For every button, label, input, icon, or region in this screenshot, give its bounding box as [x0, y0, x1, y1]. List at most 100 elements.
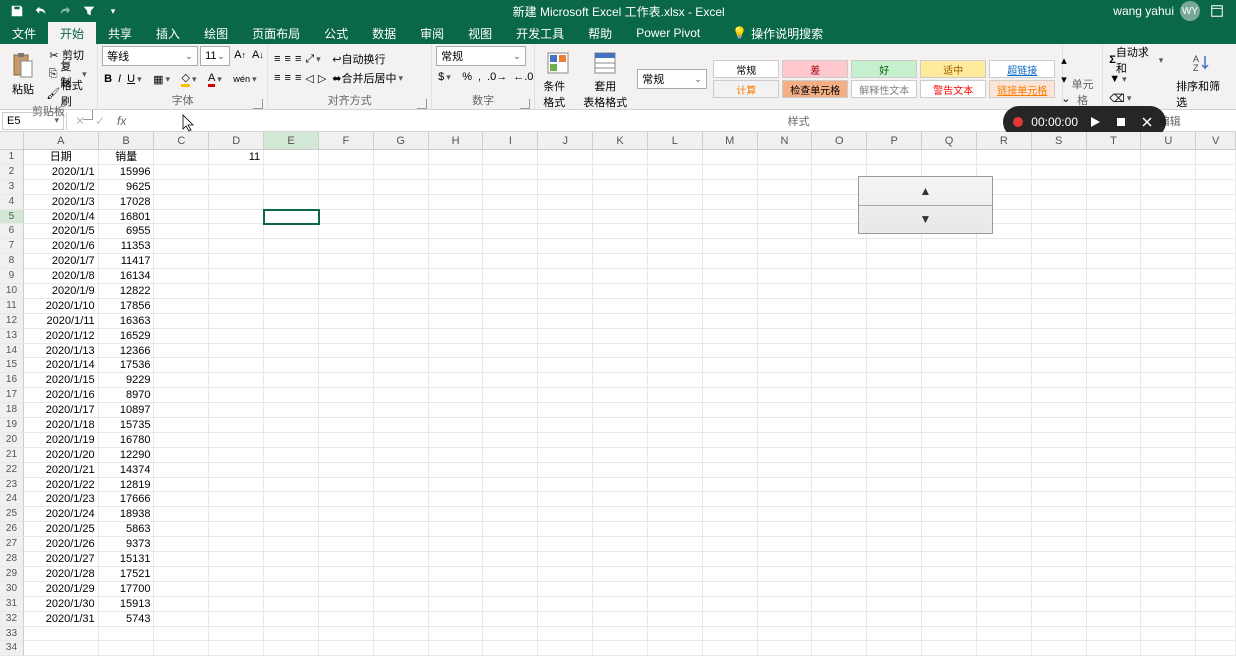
cell[interactable]: 2020/1/23: [24, 492, 99, 507]
cell[interactable]: [264, 522, 319, 537]
cell[interactable]: [264, 329, 319, 344]
cell[interactable]: [1087, 567, 1142, 582]
cell[interactable]: [703, 492, 758, 507]
cell[interactable]: [429, 388, 484, 403]
cell[interactable]: [758, 627, 813, 642]
cell[interactable]: 2020/1/9: [24, 284, 99, 299]
cell[interactable]: [922, 448, 977, 463]
cell[interactable]: [209, 210, 264, 225]
cell[interactable]: [648, 224, 703, 239]
cell[interactable]: [867, 463, 922, 478]
cell[interactable]: [1032, 195, 1087, 210]
cell[interactable]: [154, 478, 209, 493]
cell[interactable]: [648, 358, 703, 373]
ribbon-display-options[interactable]: [1206, 1, 1228, 21]
cell[interactable]: [648, 627, 703, 642]
cell[interactable]: [209, 299, 264, 314]
col-header[interactable]: H: [429, 132, 484, 150]
accept-formula-button[interactable]: ✓: [91, 112, 109, 130]
cell[interactable]: [1196, 150, 1236, 165]
cell[interactable]: [1087, 195, 1142, 210]
cell[interactable]: [24, 641, 99, 656]
cell[interactable]: 2020/1/2: [24, 180, 99, 195]
cell-styles-gallery[interactable]: 常规差好适中超链接计算检查单元格解释性文本警告文本链接单元格: [713, 60, 1055, 98]
cell[interactable]: [209, 537, 264, 552]
cell[interactable]: [538, 284, 593, 299]
clear-button[interactable]: ⌫▾: [1107, 89, 1170, 107]
cell[interactable]: [374, 239, 429, 254]
cell[interactable]: [1141, 522, 1196, 537]
cell[interactable]: [154, 403, 209, 418]
cell[interactable]: [1196, 627, 1236, 642]
cell[interactable]: [1141, 612, 1196, 627]
col-header[interactable]: A: [24, 132, 99, 150]
cell[interactable]: [812, 239, 867, 254]
save-button[interactable]: [6, 1, 28, 21]
tab-开发工具[interactable]: 开发工具: [504, 22, 576, 44]
cell[interactable]: [24, 627, 99, 642]
cell[interactable]: [593, 224, 648, 239]
cell[interactable]: [1087, 597, 1142, 612]
cell[interactable]: [1032, 463, 1087, 478]
cell[interactable]: [1141, 537, 1196, 552]
cell[interactable]: [154, 388, 209, 403]
cell[interactable]: [209, 269, 264, 284]
cell[interactable]: [1196, 552, 1236, 567]
cell[interactable]: [374, 284, 429, 299]
cell[interactable]: [812, 344, 867, 359]
cell[interactable]: 2020/1/21: [24, 463, 99, 478]
cell[interactable]: [703, 344, 758, 359]
cell[interactable]: [319, 582, 374, 597]
cell[interactable]: [867, 418, 922, 433]
cell[interactable]: [1141, 284, 1196, 299]
cell[interactable]: [648, 314, 703, 329]
qat-customize[interactable]: ▾: [102, 1, 124, 21]
col-header[interactable]: G: [374, 132, 429, 150]
cell[interactable]: [154, 552, 209, 567]
merge-center-button[interactable]: ⬌合并后居中▾: [330, 69, 410, 87]
font-name-combo[interactable]: 等线⌄: [102, 46, 198, 66]
cell[interactable]: [429, 492, 484, 507]
cell[interactable]: [264, 239, 319, 254]
cell[interactable]: [593, 582, 648, 597]
tab-开始[interactable]: 开始: [48, 22, 96, 44]
cell[interactable]: [977, 150, 1032, 165]
cell[interactable]: [483, 299, 538, 314]
cell[interactable]: [429, 224, 484, 239]
cell[interactable]: [374, 492, 429, 507]
cell[interactable]: [758, 195, 813, 210]
cell[interactable]: 2020/1/15: [24, 373, 99, 388]
cell[interactable]: [429, 269, 484, 284]
cell[interactable]: [374, 627, 429, 642]
cell[interactable]: [429, 254, 484, 269]
cell[interactable]: [319, 463, 374, 478]
cell[interactable]: [1141, 478, 1196, 493]
cell[interactable]: [703, 403, 758, 418]
cell[interactable]: [374, 403, 429, 418]
cell[interactable]: 2020/1/4: [24, 210, 99, 225]
cell[interactable]: [977, 299, 1032, 314]
cell[interactable]: [538, 552, 593, 567]
cell[interactable]: [1196, 612, 1236, 627]
cell[interactable]: [483, 224, 538, 239]
cell[interactable]: [922, 418, 977, 433]
cell[interactable]: [99, 627, 155, 642]
cell[interactable]: [1032, 150, 1087, 165]
cell[interactable]: [1196, 210, 1236, 225]
style-cell[interactable]: 警告文本: [920, 80, 986, 98]
cell[interactable]: [867, 344, 922, 359]
cell[interactable]: [374, 195, 429, 210]
cell[interactable]: [319, 314, 374, 329]
cell[interactable]: [154, 448, 209, 463]
cell[interactable]: 2020/1/3: [24, 195, 99, 210]
cell[interactable]: [1032, 180, 1087, 195]
cell[interactable]: [319, 373, 374, 388]
cell[interactable]: [812, 463, 867, 478]
cell[interactable]: [483, 448, 538, 463]
cell[interactable]: [319, 507, 374, 522]
cell[interactable]: [429, 627, 484, 642]
cell[interactable]: [1087, 478, 1142, 493]
cell[interactable]: [648, 344, 703, 359]
cell[interactable]: [593, 254, 648, 269]
cell[interactable]: 2020/1/11: [24, 314, 99, 329]
